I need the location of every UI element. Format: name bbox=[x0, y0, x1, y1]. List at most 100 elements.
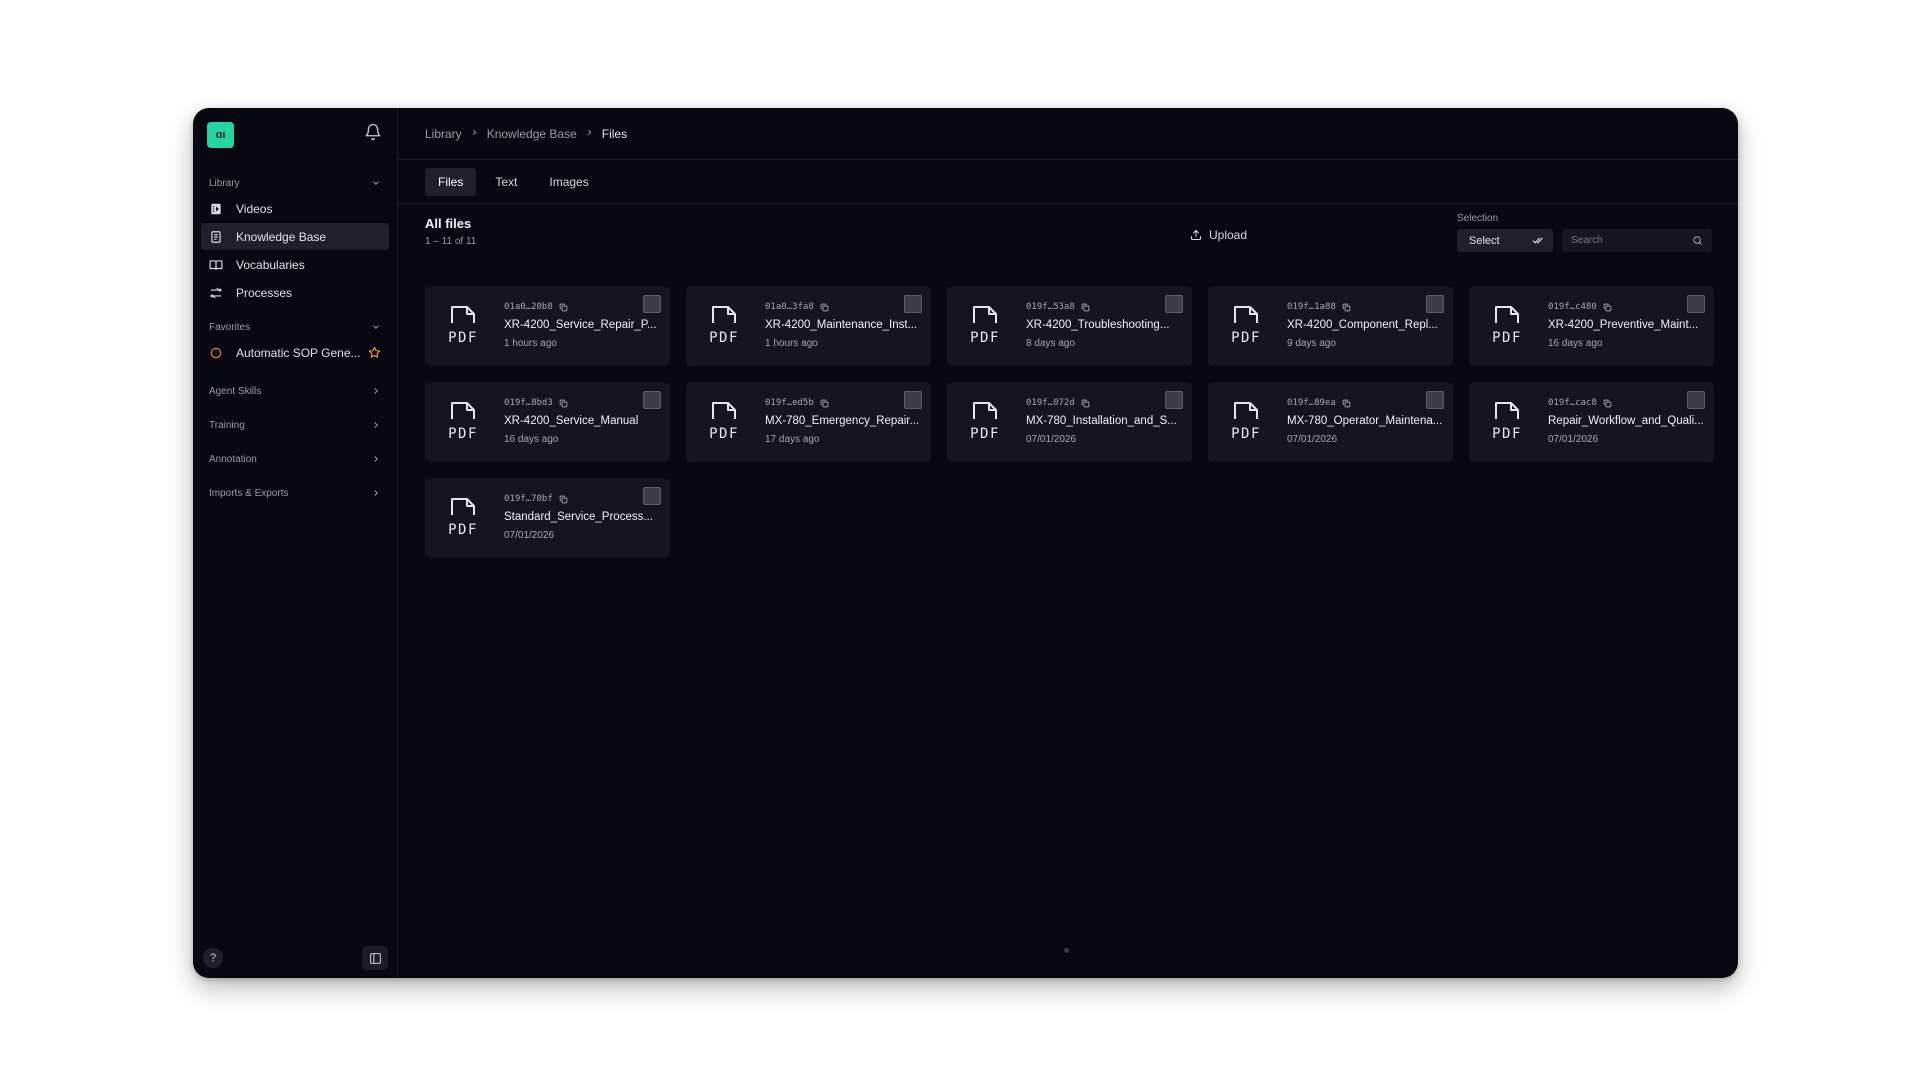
copy-icon[interactable] bbox=[1603, 303, 1612, 312]
pdf-label: PDF bbox=[1231, 330, 1261, 346]
sidebar-item-knowledge-base[interactable]: Knowledge Base bbox=[201, 223, 389, 250]
file-card[interactable]: PDF 019f…c480 XR-4200_Preventive_Maint... 1… bbox=[1469, 286, 1714, 366]
file-id-text: 019f…53a8 bbox=[1026, 302, 1075, 312]
search-icon[interactable] bbox=[1692, 235, 1703, 246]
file-select-checkbox[interactable] bbox=[1165, 295, 1183, 313]
file-select-checkbox[interactable] bbox=[1426, 295, 1444, 313]
file-id-text: 019f…1a88 bbox=[1287, 302, 1336, 312]
file-select-checkbox[interactable] bbox=[904, 295, 922, 313]
breadcrumb-item[interactable]: Knowledge Base bbox=[487, 127, 577, 141]
file-card[interactable]: PDF 019f…8bd3 XR-4200_Service_Manual 16 day… bbox=[425, 382, 670, 462]
help-button[interactable]: ? bbox=[203, 948, 223, 968]
file-card[interactable]: PDF 019f…072d MX-780_Installation_and_S...… bbox=[947, 382, 1192, 462]
file-select-checkbox[interactable] bbox=[643, 487, 661, 505]
library-section-header[interactable]: Library bbox=[193, 172, 397, 194]
copy-icon[interactable] bbox=[559, 399, 568, 408]
copy-icon[interactable] bbox=[559, 495, 568, 504]
star-icon[interactable] bbox=[368, 346, 381, 359]
copy-icon[interactable] bbox=[820, 303, 829, 312]
tab-images[interactable]: Images bbox=[536, 168, 601, 196]
file-card[interactable]: PDF 01a0…20b8 XR-4200_Service_Repair_P... 1… bbox=[425, 286, 670, 366]
library-section-label: Library bbox=[209, 177, 240, 189]
sidebar-group-annotation[interactable]: Annotation bbox=[193, 448, 397, 470]
file-name: XR-4200_Troubleshooting... bbox=[1026, 319, 1170, 331]
file-id: 019f…1a88 bbox=[1287, 302, 1351, 312]
copy-icon[interactable] bbox=[559, 303, 568, 312]
file-select-checkbox[interactable] bbox=[1426, 391, 1444, 409]
copy-icon[interactable] bbox=[1342, 399, 1351, 408]
copy-icon[interactable] bbox=[1342, 303, 1351, 312]
copy-icon[interactable] bbox=[1603, 399, 1612, 408]
file-date: 07/01/2026 bbox=[504, 530, 555, 541]
tab-files[interactable]: Files bbox=[425, 167, 477, 196]
file-name: XR-4200_Service_Repair_P... bbox=[504, 319, 657, 331]
pdf-file-icon: PDF bbox=[709, 306, 739, 346]
search-input[interactable] bbox=[1571, 235, 1681, 246]
file-select-checkbox[interactable] bbox=[643, 391, 661, 409]
file-date: 8 days ago bbox=[1026, 338, 1075, 349]
file-id: 019f…70bf bbox=[504, 494, 568, 504]
file-grid: PDF 01a0…20b8 XR-4200_Service_Repair_P... 1… bbox=[425, 286, 1714, 558]
search-field bbox=[1562, 229, 1712, 252]
collapse-sidebar-button[interactable] bbox=[362, 946, 388, 970]
file-card[interactable]: PDF 019f…53a8 XR-4200_Troubleshooting... 8 … bbox=[947, 286, 1192, 366]
copy-icon[interactable] bbox=[820, 399, 829, 408]
pdf-file-icon: PDF bbox=[1492, 306, 1520, 346]
sidebar-group-label: Imports & Exports bbox=[209, 487, 289, 499]
sidebar: ɑı Library Videos Knowledge Base Vocabular… bbox=[193, 108, 398, 978]
file-card[interactable]: PDF 019f…1a88 XR-4200_Component_Repl... 9 d… bbox=[1208, 286, 1453, 366]
file-id: 019f…53a8 bbox=[1026, 302, 1090, 312]
selection-dropdown[interactable]: Select bbox=[1457, 229, 1553, 252]
file-name: Repair_Workflow_and_Quali... bbox=[1548, 415, 1704, 427]
sidebar-group-imports-exports[interactable]: Imports & Exports bbox=[193, 482, 397, 504]
sidebar-item-processes[interactable]: Processes bbox=[201, 279, 389, 306]
file-id: 019f…8bd3 bbox=[504, 398, 568, 408]
file-card[interactable]: PDF 019f…70bf Standard_Service_Process... 0… bbox=[425, 478, 670, 558]
file-id: 019f…89ea bbox=[1287, 398, 1351, 408]
bell-icon[interactable] bbox=[364, 123, 382, 141]
chevron-right-icon bbox=[374, 490, 378, 496]
file-id: 01a0…3fa8 bbox=[765, 302, 829, 312]
file-id-text: 019f…8bd3 bbox=[504, 398, 553, 408]
file-card[interactable]: PDF 019f…ed5b MX-780_Emergency_Repair... 17… bbox=[686, 382, 931, 462]
pdf-file-icon: PDF bbox=[448, 402, 476, 442]
favorite-item[interactable]: Automatic SOP Gene... bbox=[201, 339, 389, 366]
pagination-dot[interactable] bbox=[1064, 948, 1069, 953]
copy-icon[interactable] bbox=[1081, 303, 1090, 312]
file-name: Standard_Service_Process... bbox=[504, 511, 653, 523]
file-id-text: 01a0…20b8 bbox=[504, 302, 553, 312]
file-name: XR-4200_Component_Repl... bbox=[1287, 319, 1438, 331]
sidebar-group-label: Agent Skills bbox=[209, 385, 262, 397]
sidebar-item-vocabularies[interactable]: Vocabularies bbox=[201, 251, 389, 278]
file-select-checkbox[interactable] bbox=[1687, 391, 1705, 409]
sidebar-header: ɑı bbox=[193, 108, 397, 160]
pdf-file-icon: PDF bbox=[448, 306, 476, 346]
file-select-checkbox[interactable] bbox=[643, 295, 661, 313]
pdf-file-icon: PDF bbox=[970, 306, 998, 346]
file-card[interactable]: PDF 019f…89ea MX-780_Operator_Maintena... 0… bbox=[1208, 382, 1453, 462]
pdf-label: PDF bbox=[448, 522, 478, 538]
tab-text[interactable]: Text bbox=[482, 168, 530, 196]
sidebar-item-label: Vocabularies bbox=[236, 257, 305, 272]
pdf-label: PDF bbox=[1492, 426, 1522, 442]
file-select-checkbox[interactable] bbox=[1165, 391, 1183, 409]
chevron-right-icon bbox=[374, 456, 378, 462]
file-card[interactable]: PDF 01a0…3fa8 XR-4200_Maintenance_Inst... 1… bbox=[686, 286, 931, 366]
breadcrumb-item[interactable]: Library bbox=[425, 127, 462, 141]
book-icon bbox=[209, 258, 223, 272]
video-icon bbox=[209, 202, 223, 216]
sidebar-group-agent-skills[interactable]: Agent Skills bbox=[193, 380, 397, 402]
sidebar-group-training[interactable]: Training bbox=[193, 414, 397, 436]
file-id: 019f…072d bbox=[1026, 398, 1090, 408]
upload-button[interactable]: Upload bbox=[1190, 228, 1247, 242]
file-date: 07/01/2026 bbox=[1026, 434, 1077, 445]
file-select-checkbox[interactable] bbox=[904, 391, 922, 409]
sidebar-item-videos[interactable]: Videos bbox=[201, 195, 389, 222]
file-card[interactable]: PDF 019f…cac8 Repair_Workflow_and_Quali...… bbox=[1469, 382, 1714, 462]
file-select-checkbox[interactable] bbox=[1687, 295, 1705, 313]
pdf-label: PDF bbox=[709, 330, 739, 346]
copy-icon[interactable] bbox=[1081, 399, 1090, 408]
app-logo[interactable]: ɑı bbox=[207, 122, 234, 148]
pdf-file-icon: PDF bbox=[1231, 402, 1259, 442]
favorites-section-header[interactable]: Favorites bbox=[193, 316, 397, 338]
